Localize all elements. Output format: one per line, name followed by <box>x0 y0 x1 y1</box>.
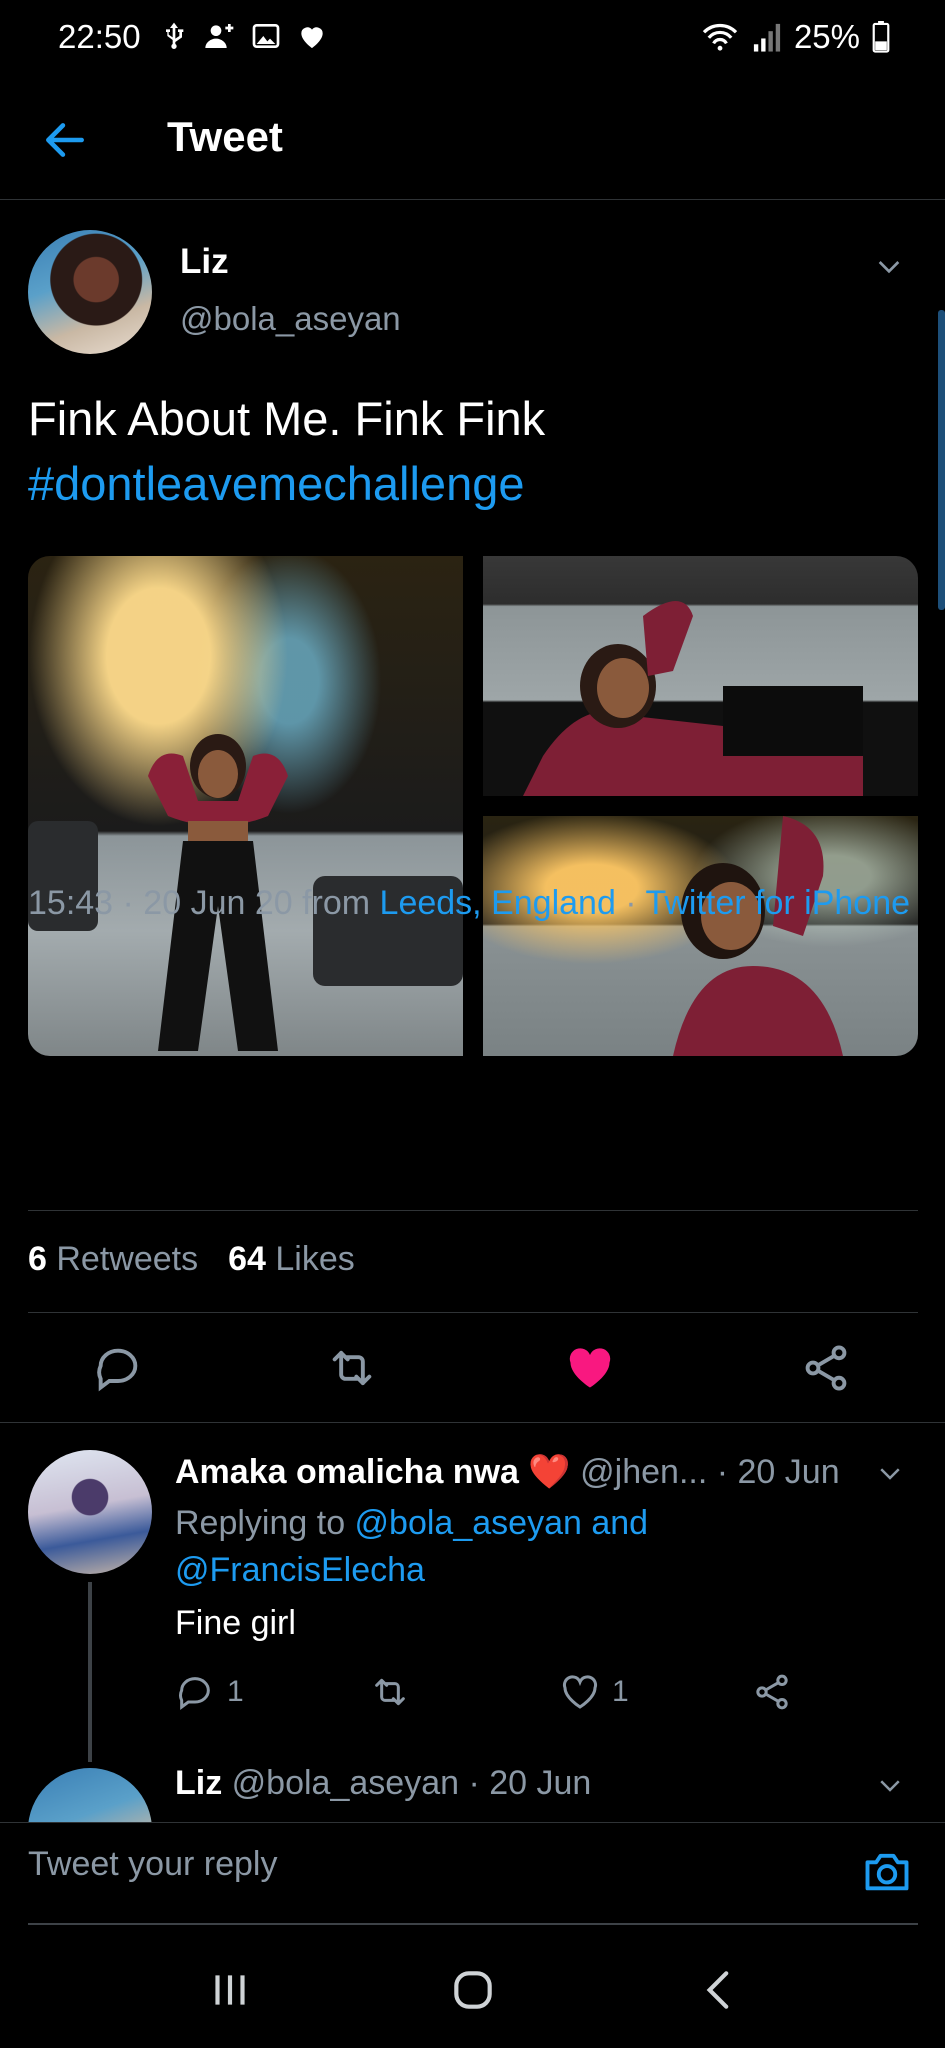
mention-link[interactable]: @FrancisElecha <box>175 1551 425 1589</box>
system-nav-bar <box>0 1925 945 2048</box>
likes-stat[interactable]: 64 Likes <box>228 1240 355 1279</box>
reply-retweet-action[interactable] <box>370 1672 410 1712</box>
reply-tweet[interactable]: Liz @bola_aseyan · 20 Jun <box>0 1740 945 1822</box>
retweets-label: Retweets <box>56 1240 199 1278</box>
mention-link[interactable]: @bola_aseyan <box>355 1504 582 1542</box>
person-add-icon <box>205 24 234 48</box>
tweet-text: Fink About Me. Fink Fink #dontleavemecha… <box>28 386 918 516</box>
top-app-bar: Tweet <box>0 95 945 200</box>
location-link[interactable]: Leeds, England <box>380 884 616 922</box>
reply-header: Liz @bola_aseyan · 20 Jun <box>175 1764 591 1803</box>
like-icon[interactable] <box>564 1342 616 1394</box>
reply-input[interactable] <box>28 1845 828 1884</box>
photo-subject <box>673 816 843 1056</box>
photo-subject <box>523 601 863 796</box>
usb-icon <box>166 22 184 49</box>
chevron-down-icon[interactable] <box>875 1770 905 1800</box>
chevron-down-icon[interactable] <box>875 1458 905 1488</box>
reply-avatar[interactable] <box>28 1450 152 1574</box>
share-icon[interactable] <box>800 1342 852 1394</box>
thread-line <box>88 1582 92 1762</box>
battery-icon <box>872 21 890 53</box>
tweet-photo-2[interactable] <box>483 556 918 796</box>
replying-to: Replying to @bola_aseyan and @FrancisEle… <box>175 1500 875 1594</box>
source-link[interactable]: Twitter for iPhone <box>645 884 910 922</box>
heart-emoji: ❤️ <box>528 1453 571 1491</box>
reply-share-action[interactable] <box>752 1672 792 1712</box>
chevron-down-icon[interactable] <box>873 250 905 282</box>
heart-icon <box>301 27 323 48</box>
back-arrow-icon[interactable] <box>40 115 90 165</box>
reply-reply-action[interactable]: 1 <box>175 1672 244 1712</box>
reply-date: · 20 Jun <box>707 1453 840 1491</box>
recent-apps-icon[interactable] <box>205 1965 255 2015</box>
retweet-icon <box>375 1678 405 1706</box>
reply-count: 1 <box>227 1675 244 1708</box>
reply-author-handle[interactable]: @jhen... <box>580 1453 707 1491</box>
battery-percent: 25% <box>793 18 860 55</box>
likes-label: Likes <box>275 1240 355 1278</box>
tweet-photo-1[interactable] <box>28 556 463 1056</box>
share-icon <box>756 1674 788 1710</box>
reply-author-name[interactable]: Liz <box>175 1764 222 1802</box>
retweets-stat[interactable]: 6 Retweets <box>28 1240 198 1279</box>
author-avatar[interactable] <box>28 230 152 354</box>
heart-outline-icon <box>562 1675 598 1709</box>
status-system-icons: 25% <box>700 18 890 56</box>
reply-header: Amaka omalicha nwa ❤️ @jhen... · 20 Jun <box>175 1452 840 1492</box>
meta-separator: · <box>615 884 646 922</box>
status-bar: 22:50 25% <box>0 0 945 75</box>
reply-author-name[interactable]: Amaka omalicha nwa <box>175 1453 519 1491</box>
hashtag-link[interactable]: #dontleavemechallenge <box>28 457 524 510</box>
reply-icon[interactable] <box>92 1342 144 1394</box>
status-time: 22:50 <box>58 18 141 55</box>
replying-and: and <box>581 1504 649 1542</box>
divider <box>0 1422 945 1423</box>
tweet-body: Fink About Me. Fink Fink <box>28 392 546 445</box>
reply-text: Fine girl <box>175 1604 296 1642</box>
divider <box>28 1210 918 1211</box>
engagement-stats: 6 Retweets 64 Likes <box>28 1240 355 1279</box>
camera-icon[interactable] <box>861 1845 913 1897</box>
tweet-timestamp: 15:43 · 20 Jun 20 from <box>28 884 380 922</box>
reply-author-handle[interactable]: @bola_aseyan <box>232 1764 459 1802</box>
status-notification-icons <box>158 20 328 52</box>
tweet-meta: 15:43 · 20 Jun 20 from Leeds, England · … <box>28 880 918 927</box>
likes-count: 64 <box>228 1240 266 1278</box>
like-count: 1 <box>612 1675 629 1708</box>
reply-date: · 20 Jun <box>459 1764 592 1802</box>
retweets-count: 6 <box>28 1240 47 1278</box>
retweet-icon[interactable] <box>326 1342 378 1394</box>
home-icon[interactable] <box>448 1965 498 2015</box>
replying-prefix: Replying to <box>175 1504 355 1542</box>
divider <box>28 1312 918 1313</box>
signal-icon <box>753 23 781 52</box>
reply-icon <box>179 1677 210 1710</box>
reply-composer <box>0 1822 945 1925</box>
back-icon[interactable] <box>695 1965 745 2015</box>
scrollbar[interactable] <box>938 310 945 610</box>
author-handle[interactable]: @bola_aseyan <box>180 300 401 338</box>
media-grid <box>28 556 918 1056</box>
wifi-icon <box>702 23 738 51</box>
page-title: Tweet <box>167 113 283 160</box>
author-name[interactable]: Liz <box>180 242 229 282</box>
reply-like-action[interactable]: 1 <box>560 1672 629 1712</box>
tweet-photo-3[interactable] <box>483 816 918 1056</box>
reply-avatar[interactable] <box>28 1768 152 1822</box>
image-icon <box>252 24 280 48</box>
